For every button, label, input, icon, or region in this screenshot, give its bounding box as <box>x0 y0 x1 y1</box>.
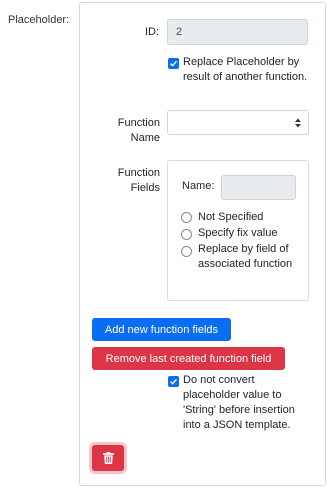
radio-not-specified[interactable] <box>181 212 192 223</box>
radio-not-specified-label: Not Specified <box>198 211 264 223</box>
radio-replace-by-field[interactable] <box>181 246 192 257</box>
check-icon <box>170 60 178 67</box>
function-name-label: Function Name <box>117 117 160 144</box>
radio-specify-fix-value[interactable] <box>181 229 192 240</box>
replace-placeholder-checkbox[interactable] <box>168 58 179 69</box>
remove-function-field-button[interactable]: Remove last created function field <box>92 347 285 370</box>
radio-specify-fix-value-label: Specify fix value <box>198 227 278 239</box>
delete-button[interactable] <box>92 445 124 471</box>
radio-replace-by-field-label: Replace by field of associated function <box>198 243 293 270</box>
sort-arrows-icon <box>295 118 301 128</box>
check-icon <box>170 378 178 385</box>
add-function-fields-button[interactable]: Add new function fields <box>92 318 231 341</box>
id-label: ID: <box>145 26 160 38</box>
function-fields-label: Function Fields <box>117 167 160 194</box>
placeholder-label: Placeholder: <box>8 14 70 26</box>
name-input[interactable] <box>221 175 296 200</box>
replace-placeholder-label: Replace Placeholder by result of another… <box>183 56 308 83</box>
name-label: Name: <box>182 180 215 192</box>
function-name-select[interactable] <box>167 110 309 135</box>
no-string-convert-checkbox[interactable] <box>168 376 179 387</box>
trash-icon <box>102 452 114 464</box>
id-input[interactable] <box>167 19 308 45</box>
no-string-convert-label: Do not convert placeholder value to 'Str… <box>183 374 295 431</box>
